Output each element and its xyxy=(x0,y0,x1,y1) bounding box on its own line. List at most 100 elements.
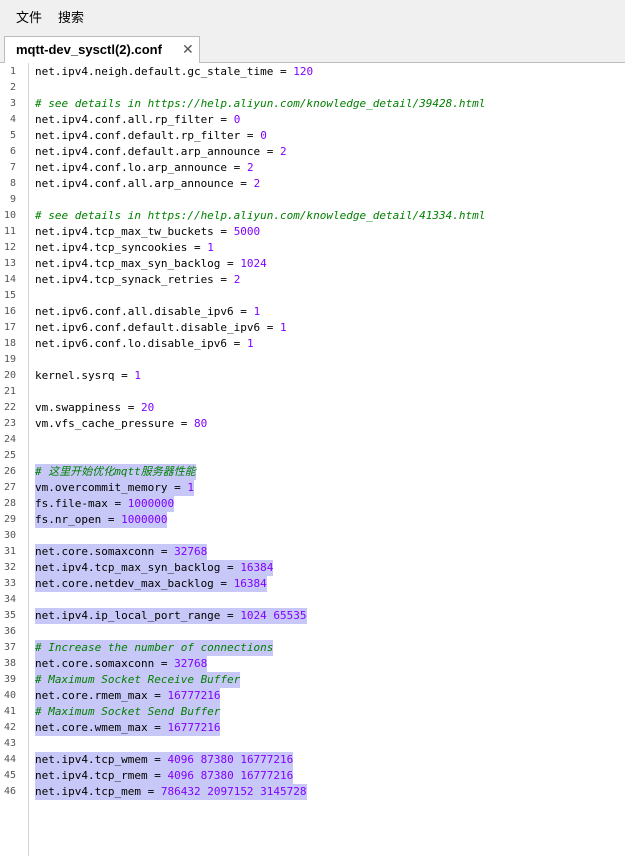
tab-file[interactable]: mqtt-dev_sysctl(2).conf ✕ xyxy=(4,36,200,63)
setting-value: 1 xyxy=(207,241,214,254)
code-line[interactable]: 16 net.ipv6.conf.all.disable_ipv6 = 1 xyxy=(0,304,625,320)
setting-line: net.ipv4.tcp_max_tw_buckets = 5000 xyxy=(35,224,260,240)
code-line[interactable]: 30 xyxy=(0,528,625,544)
setting-key: net.ipv4.tcp_wmem xyxy=(35,753,148,766)
code-line[interactable]: 35 net.ipv4.ip_local_port_range = 1024 65… xyxy=(0,608,625,624)
setting-line: net.ipv4.conf.all.rp_filter = 0 xyxy=(35,112,240,128)
code-line[interactable]: 38 net.core.somaxconn = 32768 xyxy=(0,656,625,672)
setting-value: 80 xyxy=(193,417,208,430)
line-number: 15 xyxy=(3,290,16,301)
comment-text: # Increase the number of connections xyxy=(35,640,274,656)
code-line[interactable]: 46 net.ipv4.tcp_mem = 786432 2097152 3145… xyxy=(0,784,625,800)
code-line[interactable]: 33 net.core.netdev_max_backlog = 16384 xyxy=(0,576,625,592)
code-line[interactable]: 37 # Increase the number of connections xyxy=(0,640,625,656)
setting-key: net.core.wmem_max xyxy=(35,721,148,734)
code-line[interactable]: 23 vm.vfs_cache_pressure = 80 xyxy=(0,416,625,432)
comment: # Maximum Socket Send Buffer xyxy=(35,705,221,718)
code-line[interactable]: 41 # Maximum Socket Send Buffer xyxy=(0,704,625,720)
code-line[interactable]: 36 xyxy=(0,624,625,640)
setting-line: net.core.somaxconn = 32768 xyxy=(35,544,208,560)
close-icon[interactable]: ✕ xyxy=(182,40,194,58)
code-line[interactable]: 29 fs.nr_open = 1000000 xyxy=(0,512,625,528)
code-line[interactable]: 5 net.ipv4.conf.default.rp_filter = 0 xyxy=(0,128,625,144)
equals-sign: = xyxy=(147,689,168,702)
line-number: 43 xyxy=(3,738,16,749)
code-line[interactable]: 19 xyxy=(0,352,625,368)
setting-key: net.ipv4.conf.default.rp_filter xyxy=(35,129,241,142)
setting-line: net.core.netdev_max_backlog = 16384 xyxy=(35,576,267,592)
code-line[interactable]: 21 xyxy=(0,384,625,400)
setting-key: net.ipv4.tcp_max_syn_backlog xyxy=(35,561,221,574)
line-number: 8 xyxy=(9,178,16,189)
editor-text-area[interactable]: 1 net.ipv4.neigh.default.gc_stale_time = … xyxy=(0,64,625,800)
code-line[interactable]: 11 net.ipv4.tcp_max_tw_buckets = 5000 xyxy=(0,224,625,240)
code-line[interactable]: 45 net.ipv4.tcp_rmem = 4096 87380 1677721… xyxy=(0,768,625,784)
line-number: 7 xyxy=(9,162,16,173)
setting-line: net.ipv4.conf.default.arp_announce = 2 xyxy=(35,144,287,160)
code-line[interactable]: 40 net.core.rmem_max = 16777216 xyxy=(0,688,625,704)
menu-file[interactable]: 文件 xyxy=(16,7,42,26)
equals-sign: = xyxy=(273,65,294,78)
menu-search[interactable]: 搜索 xyxy=(58,7,84,26)
code-line[interactable]: 27 vm.overcommit_memory = 1 xyxy=(0,480,625,496)
setting-key: kernel.sysrq xyxy=(35,369,115,382)
code-line[interactable]: 43 xyxy=(0,736,625,752)
code-line[interactable]: 39 # Maximum Socket Receive Buffer xyxy=(0,672,625,688)
setting-value: 16777216 xyxy=(167,721,221,734)
code-line[interactable]: 24 xyxy=(0,432,625,448)
comment: # 这里开始优化mqtt服务器性能 xyxy=(35,465,196,478)
code-line[interactable]: 18 net.ipv6.conf.lo.disable_ipv6 = 1 xyxy=(0,336,625,352)
code-line[interactable]: 10 # see details in https://help.aliyun.c… xyxy=(0,208,625,224)
code-line[interactable]: 25 xyxy=(0,448,625,464)
line-number: 4 xyxy=(9,114,16,125)
setting-value: 1 xyxy=(246,337,254,350)
code-line[interactable]: 9 xyxy=(0,192,625,208)
code-line[interactable]: 22 vm.swappiness = 20 xyxy=(0,400,625,416)
line-number: 13 xyxy=(3,258,16,269)
line-number: 37 xyxy=(3,642,16,653)
equals-sign: = xyxy=(101,513,122,526)
code-line[interactable]: 6 net.ipv4.conf.default.arp_announce = 2 xyxy=(0,144,625,160)
code-line[interactable]: 32 net.ipv4.tcp_max_syn_backlog = 16384 xyxy=(0,560,625,576)
code-line[interactable]: 8 net.ipv4.conf.all.arp_announce = 2 xyxy=(0,176,625,192)
comment-text: # 这里开始优化mqtt服务器性能 xyxy=(35,464,196,480)
setting-key: vm.overcommit_memory xyxy=(35,481,168,494)
setting-key: net.ipv4.tcp_max_syn_backlog xyxy=(35,257,221,270)
setting-value: 32768 xyxy=(174,545,208,558)
setting-line: net.ipv4.tcp_max_syn_backlog = 1024 xyxy=(35,256,267,272)
code-line[interactable]: 12 net.ipv4.tcp_syncookies = 1 xyxy=(0,240,625,256)
code-line[interactable]: 4 net.ipv4.conf.all.rp_filter = 0 xyxy=(0,112,625,128)
setting-value: 32768 xyxy=(174,657,208,670)
line-number: 1 xyxy=(9,66,16,77)
setting-value: 1024 xyxy=(240,257,267,270)
code-line[interactable]: 3 # see details in https://help.aliyun.co… xyxy=(0,96,625,112)
code-line[interactable]: 44 net.ipv4.tcp_wmem = 4096 87380 1677721… xyxy=(0,752,625,768)
line-number: 22 xyxy=(3,402,16,413)
code-line[interactable]: 26 # 这里开始优化mqtt服务器性能 xyxy=(0,464,625,480)
setting-key: net.ipv4.tcp_max_tw_buckets xyxy=(35,225,214,238)
setting-key: net.ipv6.conf.all.disable_ipv6 xyxy=(35,305,234,318)
setting-key: net.ipv6.conf.lo.disable_ipv6 xyxy=(35,337,228,350)
setting-line: fs.file-max = 1000000 xyxy=(35,496,175,512)
setting-line: net.ipv4.tcp_rmem = 4096 87380 16777216 xyxy=(35,768,294,784)
code-line[interactable]: 7 net.ipv4.conf.lo.arp_announce = 2 xyxy=(0,160,625,176)
code-line[interactable]: 2 xyxy=(0,80,625,96)
code-line[interactable]: 34 xyxy=(0,592,625,608)
code-line[interactable]: 28 fs.file-max = 1000000 xyxy=(0,496,625,512)
setting-value: 1024 65535 xyxy=(240,609,307,622)
code-line[interactable]: 15 xyxy=(0,288,625,304)
comment: # Maximum Socket Receive Buffer xyxy=(35,673,241,686)
equals-sign: = xyxy=(147,753,168,766)
code-line[interactable]: 31 net.core.somaxconn = 32768 xyxy=(0,544,625,560)
line-number: 32 xyxy=(3,562,16,573)
line-number: 9 xyxy=(9,194,16,205)
setting-value: 16384 xyxy=(240,561,274,574)
setting-value: 2 xyxy=(280,145,287,158)
equals-sign: = xyxy=(213,577,234,590)
code-line[interactable]: 42 net.core.wmem_max = 16777216 xyxy=(0,720,625,736)
code-line[interactable]: 1 net.ipv4.neigh.default.gc_stale_time = … xyxy=(0,64,625,80)
code-line[interactable]: 14 net.ipv4.tcp_synack_retries = 2 xyxy=(0,272,625,288)
code-line[interactable]: 17 net.ipv6.conf.default.disable_ipv6 = 1 xyxy=(0,320,625,336)
code-line[interactable]: 13 net.ipv4.tcp_max_syn_backlog = 1024 xyxy=(0,256,625,272)
code-line[interactable]: 20 kernel.sysrq = 1 xyxy=(0,368,625,384)
